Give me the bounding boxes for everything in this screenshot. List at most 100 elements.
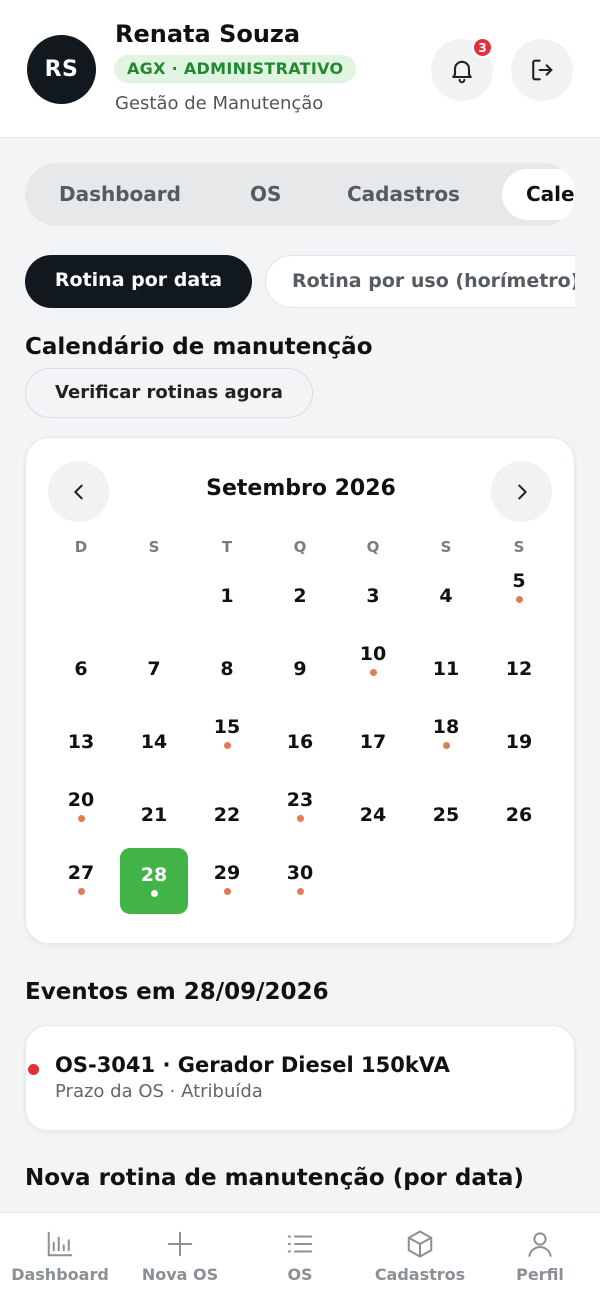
avatar[interactable]: RS xyxy=(27,35,96,104)
role-badge: AGX · ADMINISTRATIVO xyxy=(114,55,357,83)
calendar-day-number: 10 xyxy=(359,643,387,665)
calendar-day[interactable]: 5 xyxy=(485,564,553,630)
calendar-day[interactable]: 30 xyxy=(266,856,334,922)
calendar-day[interactable]: 20 xyxy=(47,783,115,849)
calendar-day-number: 6 xyxy=(74,658,88,680)
nav-label: Nova OS xyxy=(141,1265,219,1284)
event-indicator-dot xyxy=(516,596,523,603)
event-card[interactable]: OS-3041 · Gerador Diesel 150kVA Prazo da… xyxy=(25,1025,575,1131)
tab-calendario[interactable]: Calendário xyxy=(502,169,575,220)
segment-rotina-por-data[interactable]: Rotina por data xyxy=(25,255,252,308)
bell-icon xyxy=(452,60,472,84)
nav-dashboard[interactable]: Dashboard xyxy=(0,1213,120,1298)
event-indicator-dot xyxy=(78,815,85,822)
calendar-day-number: 9 xyxy=(293,658,307,680)
calendar-day-number: 16 xyxy=(286,731,314,753)
calendar-day-number: 29 xyxy=(213,862,241,884)
notification-count-badge: 3 xyxy=(472,37,493,58)
calendar-day-number: 8 xyxy=(220,658,234,680)
weekday-label: Q xyxy=(293,538,307,556)
weekday-label: Q xyxy=(366,538,380,556)
calendar-card: Setembro 2026 DSTQQSS 1 2 3 4 5 6 7 8 9 10 11 12 13 1… xyxy=(25,437,575,944)
calendar-day[interactable]: 6 xyxy=(47,637,115,703)
event-indicator-dot xyxy=(224,742,231,749)
calendar-day[interactable]: 17 xyxy=(339,710,407,776)
calendar-day[interactable]: 21 xyxy=(120,783,188,849)
verify-routines-button[interactable]: Verificar rotinas agora xyxy=(25,368,313,418)
nav-label: OS xyxy=(287,1265,313,1284)
calendar-day[interactable]: 26 xyxy=(485,783,553,849)
calendar-day-number: 20 xyxy=(67,789,95,811)
calendar-day-number: 1 xyxy=(220,585,234,607)
calendar-day-number: 26 xyxy=(505,804,533,826)
event-indicator-dot xyxy=(370,669,377,676)
nav-perfil[interactable]: Perfil xyxy=(480,1213,600,1298)
nav-cadastros[interactable]: Cadastros xyxy=(360,1213,480,1298)
event-indicator-dot xyxy=(151,890,158,897)
user-name: Renata Souza xyxy=(115,20,301,48)
nav-label: Dashboard xyxy=(11,1265,109,1284)
calendar-day[interactable]: 29 xyxy=(193,856,261,922)
app-subtitle: Gestão de Manutenção xyxy=(115,93,324,114)
calendar-day[interactable]: 7 xyxy=(120,637,188,703)
weekday-label: D xyxy=(74,538,88,556)
tab-cadastros[interactable]: Cadastros xyxy=(347,163,460,226)
tab-os[interactable]: OS xyxy=(250,163,281,226)
logout-button[interactable] xyxy=(511,39,573,101)
calendar-day[interactable]: 19 xyxy=(485,710,553,776)
calendar-day[interactable]: 23 xyxy=(266,783,334,849)
calendar-day-number: 25 xyxy=(432,804,460,826)
calendar-day[interactable]: 14 xyxy=(120,710,188,776)
calendar-day[interactable]: 28 xyxy=(120,848,188,914)
calendar-day-number: 2 xyxy=(293,585,307,607)
box-icon xyxy=(407,1230,433,1258)
event-status-dot xyxy=(28,1064,39,1075)
chevron-right-icon xyxy=(517,484,527,499)
list-icon xyxy=(287,1235,313,1253)
calendar-day[interactable]: 8 xyxy=(193,637,261,703)
calendar-day-number: 7 xyxy=(147,658,161,680)
segment-rotina-por-uso[interactable]: Rotina por uso (horímetro) xyxy=(265,255,575,308)
calendar-day[interactable]: 2 xyxy=(266,564,334,630)
calendar-day[interactable]: 3 xyxy=(339,564,407,630)
calendar-day[interactable]: 16 xyxy=(266,710,334,776)
calendar-day[interactable]: 22 xyxy=(193,783,261,849)
event-indicator-dot xyxy=(297,888,304,895)
calendar-day-number: 30 xyxy=(286,862,314,884)
nav-nova-os[interactable]: Nova OS xyxy=(120,1213,240,1298)
plus-icon xyxy=(167,1231,193,1257)
event-title: OS-3041 · Gerador Diesel 150kVA xyxy=(55,1053,450,1077)
calendar-day[interactable]: 4 xyxy=(412,564,480,630)
event-indicator-dot xyxy=(297,815,304,822)
calendar-section-title: Calendário de manutenção xyxy=(25,334,373,360)
event-subtitle: Prazo da OS · Atribuída xyxy=(55,1081,263,1102)
bar-chart-icon xyxy=(47,1231,73,1257)
tab-dashboard[interactable]: Dashboard xyxy=(59,163,181,226)
logout-icon xyxy=(532,59,553,81)
next-month-button[interactable] xyxy=(491,461,552,522)
calendar-day[interactable]: 1 xyxy=(193,564,261,630)
weekday-label: T xyxy=(221,538,233,556)
calendar-day[interactable]: 25 xyxy=(412,783,480,849)
nav-os[interactable]: OS xyxy=(240,1213,360,1298)
app-header: RS Renata Souza AGX · ADMINISTRATIVO Ges… xyxy=(0,0,600,138)
main-tabs: Dashboard OS Cadastros Calendário xyxy=(25,163,575,226)
calendar-day[interactable]: 24 xyxy=(339,783,407,849)
event-indicator-dot xyxy=(224,888,231,895)
calendar-day-number: 15 xyxy=(213,716,241,738)
event-indicator-dot xyxy=(78,888,85,895)
calendar-day[interactable]: 9 xyxy=(266,637,334,703)
calendar-day-number: 4 xyxy=(439,585,453,607)
calendar-day[interactable]: 10 xyxy=(339,637,407,703)
calendar-day-number: 5 xyxy=(512,570,526,592)
calendar-day-number: 17 xyxy=(359,731,387,753)
calendar-day[interactable]: 12 xyxy=(485,637,553,703)
calendar-day-number: 18 xyxy=(432,716,460,738)
calendar-day[interactable]: 13 xyxy=(47,710,115,776)
calendar-day[interactable]: 18 xyxy=(412,710,480,776)
calendar-day[interactable]: 27 xyxy=(47,856,115,922)
calendar-day[interactable]: 11 xyxy=(412,637,480,703)
calendar-day[interactable]: 15 xyxy=(193,710,261,776)
calendar-day-number: 23 xyxy=(286,789,314,811)
weekday-label: S xyxy=(148,538,160,556)
